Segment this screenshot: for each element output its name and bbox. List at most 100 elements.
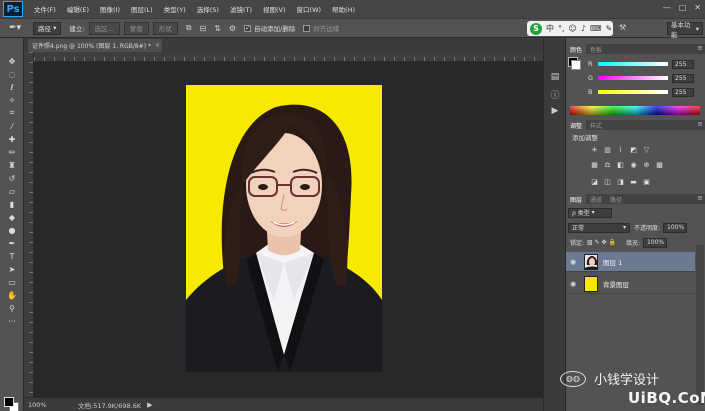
make-shape-button[interactable]: 形状 (152, 21, 178, 35)
punctuation-icon[interactable]: °, (558, 24, 565, 33)
quick-selection-tool-icon[interactable]: ✧ (5, 95, 19, 105)
menu-file[interactable]: 文件(F) (34, 4, 56, 14)
layer-name[interactable]: 图层 1 (603, 257, 622, 267)
eraser-tool-icon[interactable]: ▱ (5, 186, 19, 196)
menu-view[interactable]: 视图(V) (263, 4, 286, 14)
canvas-area[interactable] (34, 62, 543, 397)
pen-tool-icon[interactable]: ✒ (5, 238, 19, 248)
clone-stamp-tool-icon[interactable]: ♜ (5, 160, 19, 170)
brightness-icon[interactable]: ☀ (590, 145, 599, 154)
menu-filter[interactable]: 滤镜(T) (230, 4, 252, 14)
curves-icon[interactable]: ⌇ (616, 145, 625, 154)
exposure-icon[interactable]: ◩ (629, 145, 638, 154)
selective-color-icon[interactable]: ▣ (642, 177, 651, 186)
wrench-icon[interactable]: ✎ (606, 24, 613, 33)
threshold-icon[interactable]: ◨ (616, 177, 625, 186)
tab-layers[interactable]: 图层 (566, 194, 587, 204)
pen-tool-preset-icon[interactable]: ✒▾ (3, 20, 27, 36)
hue-saturation-icon[interactable]: ▦ (590, 160, 599, 169)
red-slider-track[interactable] (598, 62, 668, 66)
workspace-select[interactable]: 基本功能 ▾ (667, 21, 703, 39)
keyboard-icon[interactable]: ⌨ (590, 24, 602, 33)
minimize-icon[interactable]: — (663, 3, 671, 12)
status-menu-arrow-icon[interactable]: ▶ (147, 401, 152, 409)
photo-filter-icon[interactable]: ◉ (629, 160, 638, 169)
black-white-icon[interactable]: ◧ (616, 160, 625, 169)
lasso-tool-icon[interactable]: ℓ (5, 82, 19, 92)
fill-field[interactable]: 100% (642, 237, 667, 248)
red-slider[interactable]: R 255 (588, 59, 705, 69)
chinese-mode-icon[interactable]: 中 (546, 23, 554, 34)
layers-scrollbar[interactable] (696, 245, 704, 405)
move-tool-icon[interactable]: ✥ (5, 56, 19, 66)
auto-add-delete-checkbox[interactable]: ✓ (244, 24, 252, 32)
eyedropper-tool-icon[interactable]: ⁄ (5, 121, 19, 131)
vibrance-icon[interactable]: ▽ (642, 145, 651, 154)
marquee-tool-icon[interactable]: ◌ (5, 69, 19, 79)
hand-tool-icon[interactable]: ✋ (5, 290, 19, 300)
history-panel-icon[interactable]: ▤ (549, 71, 561, 83)
brush-tool-icon[interactable]: ✏ (5, 147, 19, 157)
opacity-field[interactable]: 100% (663, 222, 688, 233)
green-slider[interactable]: G 255 (588, 73, 705, 83)
emoji-icon[interactable]: ☺ (569, 24, 577, 33)
path-selection-tool-icon[interactable]: ➤ (5, 264, 19, 274)
path-alignment-icon[interactable]: ⊟ (199, 24, 206, 33)
menu-select[interactable]: 选择(S) (197, 4, 219, 14)
blur-tool-icon[interactable]: ◆ (5, 212, 19, 222)
red-value-field[interactable]: 255 (672, 59, 694, 69)
history-brush-tool-icon[interactable]: ↺ (5, 173, 19, 183)
blue-slider-track[interactable] (598, 90, 668, 94)
tab-swatches[interactable]: 色板 (586, 44, 606, 54)
zoom-tool-icon[interactable]: ⚲ (5, 303, 19, 313)
menu-window[interactable]: 窗口(W) (297, 4, 322, 14)
tab-styles[interactable]: 样式 (586, 120, 606, 130)
layer-filter-select[interactable]: ρ 类型 ▾ (568, 207, 612, 218)
microphone-icon[interactable]: ♪ (581, 24, 586, 33)
tab-paths[interactable]: 路径 (606, 194, 626, 204)
blend-mode-select[interactable]: 正常 ▾ (568, 222, 630, 233)
menu-layer[interactable]: 图层(L) (131, 4, 153, 14)
posterize-icon[interactable]: ◫ (603, 177, 612, 186)
actions-panel-icon[interactable]: ▶ (549, 105, 561, 117)
panel-menu-icon[interactable]: ≡ (697, 44, 703, 52)
dodge-tool-icon[interactable]: ● (5, 225, 19, 235)
invert-icon[interactable]: ◪ (590, 177, 599, 186)
menu-edit[interactable]: 编辑(E) (67, 4, 89, 14)
settings-gear-icon[interactable]: ⚙ (229, 24, 236, 33)
blue-value-field[interactable]: 255 (672, 87, 694, 97)
make-mask-button[interactable]: 蒙版 (123, 21, 149, 35)
zoom-level-field[interactable]: 100% (28, 400, 54, 410)
tool-mode-select[interactable]: 路径 ▾ (33, 21, 62, 35)
adjustments-menu-icon[interactable]: ≡ (697, 120, 703, 128)
sogou-s-icon[interactable]: S (530, 22, 542, 35)
green-slider-track[interactable] (598, 76, 668, 80)
type-tool-icon[interactable]: T (5, 251, 19, 261)
wrench-tool-icon[interactable]: ⚒ (619, 23, 626, 32)
menu-help[interactable]: 帮助(H) (332, 4, 355, 14)
layer-row-layer-1[interactable]: ◉ 图层 1 (566, 252, 695, 272)
color-lookup-icon[interactable]: ▩ (655, 160, 664, 169)
channel-mixer-icon[interactable]: ⊕ (642, 160, 651, 169)
document-tab[interactable]: 证件照4.png @ 100% (图层 1, RGB/8#) * × (28, 39, 162, 52)
color-balance-icon[interactable]: ⚖ (603, 160, 612, 169)
horizontal-ruler[interactable] (34, 52, 543, 62)
tab-channels[interactable]: 通道 (586, 194, 606, 204)
foreground-color-swatch[interactable] (4, 397, 14, 407)
green-value-field[interactable]: 255 (672, 73, 694, 83)
vertical-ruler[interactable] (24, 52, 34, 397)
layers-menu-icon[interactable]: ≡ (697, 194, 703, 202)
align-edges-checkbox[interactable]: ✓ (303, 24, 311, 32)
healing-brush-tool-icon[interactable]: ✚ (5, 134, 19, 144)
path-operations-icon[interactable]: ⧉ (186, 23, 192, 33)
tab-color[interactable]: 颜色 (566, 44, 587, 54)
color-spectrum-bar[interactable] (570, 106, 700, 115)
layer-row-background[interactable]: ◉ 背景图层 (566, 274, 695, 294)
color-panel-background-swatch[interactable] (571, 60, 581, 70)
shape-tool-icon[interactable]: ▭ (5, 277, 19, 287)
lock-icons[interactable]: ▨ ✎ ✥ 🔒 (587, 239, 616, 246)
layer-name[interactable]: 背景图层 (603, 279, 629, 289)
crop-tool-icon[interactable]: ⌗ (5, 108, 19, 118)
levels-icon[interactable]: ▥ (603, 145, 612, 154)
close-document-icon[interactable]: × (155, 42, 160, 49)
